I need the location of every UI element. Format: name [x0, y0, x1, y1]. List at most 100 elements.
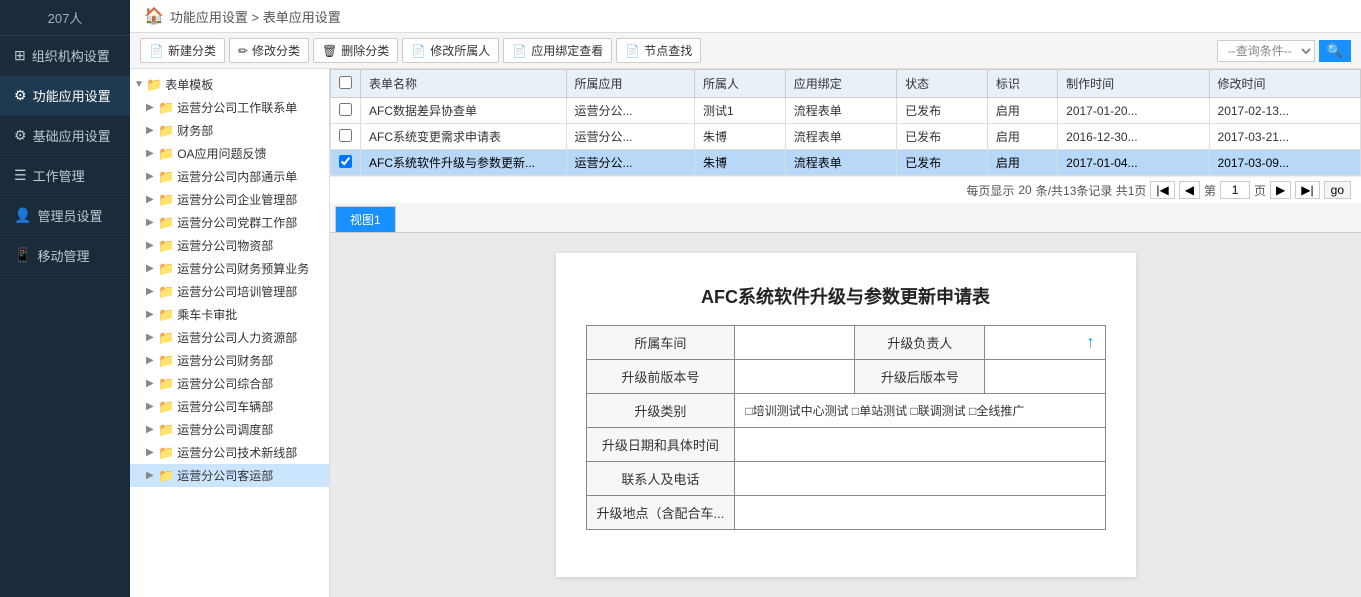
- tree-item-5[interactable]: ▶ 📁 运营分公司党群工作部: [130, 211, 329, 234]
- sidebar-item-work[interactable]: ☰ 工作管理: [0, 156, 130, 196]
- row-checkbox-cell[interactable]: [331, 124, 361, 150]
- field-label-datetime: 升级日期和具体时间: [586, 428, 735, 462]
- page-number-input[interactable]: [1220, 181, 1250, 199]
- tree-item-6[interactable]: ▶ 📁 运营分公司物资部: [130, 234, 329, 257]
- tree-item-4[interactable]: ▶ 📁 运营分公司企业管理部: [130, 188, 329, 211]
- binding-view-label: 应用绑定查看: [531, 42, 603, 59]
- tree-item-15[interactable]: ▶ 📁 运营分公司技术新线部: [130, 441, 329, 464]
- breadcrumb-path: 功能应用设置 > 表单应用设置: [170, 7, 341, 26]
- new-icon: 📄: [149, 44, 164, 58]
- table-row[interactable]: AFC系统变更需求申请表 运营分公... 朱博 流程表单 已发布 启用 2016…: [331, 124, 1361, 150]
- sidebar-item-label: 管理员设置: [37, 206, 102, 225]
- field-label-next-ver: 升级后版本号: [855, 360, 985, 394]
- tree-item-9[interactable]: ▶ 📁 乘车卡审批: [130, 303, 329, 326]
- tree-toggle: ▼: [134, 79, 146, 90]
- folder-icon-16: 📁: [158, 468, 174, 484]
- tree-toggle-7: ▶: [146, 263, 158, 274]
- pagination: 每页显示 20 条/共13条记录 共1页 |◀ ◀ 第 页 ▶ ▶| go: [330, 176, 1361, 203]
- folder-icon-2: 📁: [158, 146, 174, 162]
- row-checkbox-cell[interactable]: [331, 150, 361, 176]
- sidebar-item-org[interactable]: ⊞ 组织机构设置: [0, 36, 130, 76]
- row-owner: 测试1: [694, 98, 785, 124]
- node-find-label: 节点查找: [644, 42, 692, 59]
- sidebar-item-label: 功能应用设置: [33, 86, 111, 105]
- row-owner: 朱博: [694, 150, 785, 176]
- row-checkbox[interactable]: [339, 129, 352, 142]
- tree-toggle-9: ▶: [146, 309, 158, 320]
- form-document: AFC系统软件升级与参数更新申请表 所属车间 升级负责人 ↑ 升级前版本号: [556, 253, 1136, 577]
- tree-item-12[interactable]: ▶ 📁 运营分公司综合部: [130, 372, 329, 395]
- row-app: 运营分公...: [566, 124, 694, 150]
- query-condition-select[interactable]: --查询条件--: [1217, 40, 1315, 62]
- function-icon: ⚙: [14, 87, 27, 104]
- breadcrumb: 🏠 功能应用设置 > 表单应用设置: [130, 0, 1361, 33]
- node-find-button[interactable]: 📄 节点查找: [616, 38, 701, 63]
- go-button[interactable]: go: [1324, 181, 1351, 199]
- owner-icon: 📄: [411, 44, 426, 58]
- tree-toggle-11: ▶: [146, 355, 158, 366]
- row-mark: 启用: [987, 124, 1057, 150]
- tree-label-0: 运营分公司工作联系单: [177, 99, 297, 116]
- binding-view-button[interactable]: 📄 应用绑定查看: [503, 38, 612, 63]
- search-button[interactable]: 🔍: [1319, 40, 1351, 62]
- table-row[interactable]: AFC系统软件升级与参数更新... 运营分公... 朱博 流程表单 已发布 启用…: [331, 150, 1361, 176]
- tree-toggle-12: ▶: [146, 378, 158, 389]
- row-checkbox[interactable]: [339, 155, 352, 168]
- col-app: 所属应用: [566, 70, 694, 98]
- col-status: 状态: [897, 70, 988, 98]
- row-name: AFC数据差异协查单: [361, 98, 567, 124]
- binding-icon: 📄: [512, 44, 527, 58]
- content-area: ▼ 📁 表单模板 ▶ 📁 运营分公司工作联系单 ▶ 📁 财务部 ▶ 📁 OA应: [130, 69, 1361, 597]
- tree-label-14: 运营分公司调度部: [177, 421, 273, 438]
- col-created: 制作时间: [1058, 70, 1209, 98]
- home-icon[interactable]: 🏠: [144, 6, 164, 26]
- folder-icon-7: 📁: [158, 261, 174, 277]
- delete-category-label: 删除分类: [341, 42, 389, 59]
- row-name: AFC系统软件升级与参数更新...: [361, 150, 567, 176]
- total-label: 条/共13条记录 共1页: [1036, 182, 1147, 199]
- sidebar-item-label: 组织机构设置: [32, 46, 110, 65]
- sidebar-item-admin[interactable]: 👤 管理员设置: [0, 196, 130, 236]
- tree-item-11[interactable]: ▶ 📁 运营分公司财务部: [130, 349, 329, 372]
- toolbar: 📄 新建分类 ✏ 修改分类 🗑 删除分类 📄 修改所属人 📄 应用绑定查看 📄 …: [130, 33, 1361, 69]
- tree-item-0[interactable]: ▶ 📁 运营分公司工作联系单: [130, 96, 329, 119]
- next-page-button[interactable]: ▶: [1270, 181, 1291, 199]
- tree-item-2[interactable]: ▶ 📁 OA应用问题反馈: [130, 142, 329, 165]
- field-options-type: □培训测试中心测试 □单站测试 □联调测试 □全线推广: [735, 394, 1105, 428]
- field-label-location: 升级地点（含配合车...: [586, 496, 735, 530]
- sidebar-item-mobile[interactable]: 📱 移动管理: [0, 236, 130, 276]
- first-page-button[interactable]: |◀: [1150, 181, 1174, 199]
- tree-item-1[interactable]: ▶ 📁 财务部: [130, 119, 329, 142]
- row-status: 已发布: [897, 150, 988, 176]
- tree-item-13[interactable]: ▶ 📁 运营分公司车辆部: [130, 395, 329, 418]
- prev-page-button[interactable]: ◀: [1179, 181, 1200, 199]
- folder-icon-15: 📁: [158, 445, 174, 461]
- table-row[interactable]: AFC数据差异协查单 运营分公... 测试1 流程表单 已发布 启用 2017-…: [331, 98, 1361, 124]
- view-tab-1[interactable]: 视图1: [335, 206, 396, 232]
- tree-item-8[interactable]: ▶ 📁 运营分公司培训管理部: [130, 280, 329, 303]
- tree-label-1: 财务部: [177, 122, 213, 139]
- tree-label-13: 运营分公司车辆部: [177, 398, 273, 415]
- last-page-button[interactable]: ▶|: [1295, 181, 1319, 199]
- tree-toggle-0: ▶: [146, 102, 158, 113]
- tree-item-3[interactable]: ▶ 📁 运营分公司内部通示单: [130, 165, 329, 188]
- row-binding: 流程表单: [785, 98, 896, 124]
- sidebar-item-basic[interactable]: ⚙ 基础应用设置: [0, 116, 130, 156]
- row-checkbox[interactable]: [339, 103, 352, 116]
- modify-owner-button[interactable]: 📄 修改所属人: [402, 38, 499, 63]
- tree-item-16[interactable]: ▶ 📁 运营分公司客运部: [130, 464, 329, 487]
- delete-category-button[interactable]: 🗑 删除分类: [313, 38, 398, 63]
- tree-toggle-10: ▶: [146, 332, 158, 343]
- row-owner: 朱博: [694, 124, 785, 150]
- sidebar-item-function[interactable]: ⚙ 功能应用设置: [0, 76, 130, 116]
- tree-item-14[interactable]: ▶ 📁 运营分公司调度部: [130, 418, 329, 441]
- tree-item-10[interactable]: ▶ 📁 运营分公司人力资源部: [130, 326, 329, 349]
- tree-toggle-1: ▶: [146, 125, 158, 136]
- new-category-button[interactable]: 📄 新建分类: [140, 38, 225, 63]
- edit-category-button[interactable]: ✏ 修改分类: [229, 38, 309, 63]
- row-mark: 启用: [987, 150, 1057, 176]
- row-checkbox-cell[interactable]: [331, 98, 361, 124]
- select-all-checkbox[interactable]: [339, 76, 352, 89]
- tree-item-7[interactable]: ▶ 📁 运营分公司财务预算业务: [130, 257, 329, 280]
- tree-root[interactable]: ▼ 📁 表单模板: [130, 73, 329, 96]
